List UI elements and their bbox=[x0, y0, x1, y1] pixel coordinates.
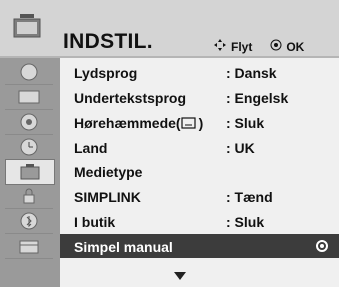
lock-icon[interactable] bbox=[5, 184, 53, 209]
menu-item-simplink[interactable]: SIMPLINK : Tænd bbox=[60, 184, 339, 208]
menu-item-simpel-manual[interactable]: Simpel manual bbox=[60, 234, 339, 258]
menu-header: INDSTIL. Flyt OK bbox=[0, 0, 339, 58]
settings-icon bbox=[13, 14, 41, 38]
menu-item-label: Hørehæmmede() bbox=[74, 115, 204, 131]
ok-button-icon bbox=[270, 39, 282, 54]
menu-item-land[interactable]: Land : UK bbox=[60, 135, 339, 159]
nav-hints: Flyt OK bbox=[213, 38, 304, 55]
category-sidebar bbox=[0, 58, 60, 287]
menu-item-value: : UK bbox=[226, 140, 255, 156]
satellite-dish-icon[interactable] bbox=[5, 60, 53, 85]
settings-icon[interactable] bbox=[5, 159, 55, 185]
menu-item-undertekstsprog[interactable]: Undertekstsprog : Engelsk bbox=[60, 85, 339, 109]
page-title: INDSTIL. bbox=[63, 30, 153, 53]
menu-item-label: Lydsprog bbox=[74, 65, 138, 81]
bluetooth-icon[interactable] bbox=[5, 209, 53, 234]
menu-item-label: I butik bbox=[74, 214, 116, 230]
menu-item-label: Medietype bbox=[74, 164, 143, 180]
menu-item-i-butik[interactable]: I butik : Sluk bbox=[60, 209, 339, 233]
tv-menu-screen: INDSTIL. Flyt OK Lydsprog: Dansk Undert… bbox=[0, 0, 339, 287]
radio-selected-icon bbox=[316, 240, 328, 252]
menu-item-medietype[interactable]: Medietype bbox=[60, 159, 339, 183]
move-hint-label: Flyt bbox=[231, 39, 253, 54]
menu-item-value: : Sluk bbox=[226, 115, 265, 131]
clock-icon[interactable] bbox=[5, 135, 53, 160]
menu-item-horehaemmede[interactable]: Hørehæmmede() : Sluk bbox=[60, 110, 339, 134]
menu-item-label: Undertekstsprog bbox=[74, 90, 187, 106]
audio-icon[interactable] bbox=[5, 110, 53, 135]
menu-item-value: : Dansk bbox=[226, 65, 277, 81]
ok-hint-label: OK bbox=[286, 39, 305, 54]
scroll-down-arrow-icon[interactable] bbox=[174, 272, 186, 280]
menu-item-label: Land bbox=[74, 140, 108, 156]
menu-item-value: : Engelsk bbox=[226, 90, 289, 106]
menu-item-value: : Tænd bbox=[226, 189, 273, 205]
menu-item-label: Simpel manual bbox=[74, 239, 173, 255]
settings-menu-list: Lydsprog : Dansk Undertekstsprog : Engel… bbox=[60, 58, 339, 287]
menu-item-value: : Sluk bbox=[226, 214, 265, 230]
subtitle-box-icon: ) bbox=[180, 115, 203, 131]
picture-icon[interactable] bbox=[5, 85, 53, 110]
menu-item-lydsprog[interactable]: Lydsprog : Dansk bbox=[60, 60, 339, 84]
media-icon[interactable] bbox=[5, 234, 53, 259]
move-arrows-icon bbox=[213, 38, 227, 55]
menu-item-label: SIMPLINK bbox=[74, 189, 141, 205]
